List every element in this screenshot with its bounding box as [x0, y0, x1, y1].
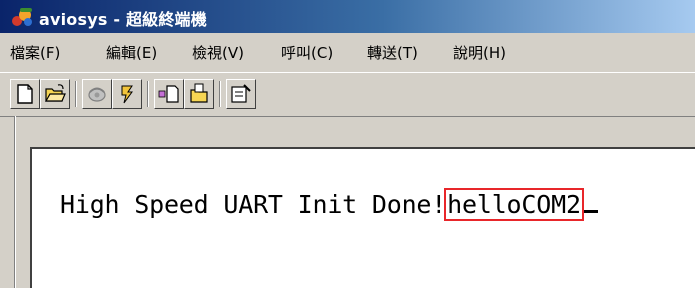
- send-file-button[interactable]: [154, 79, 184, 109]
- hyperterminal-window: aviosys - 超級終端機 檔案(F) 編輯(E) 檢視(V) 呼叫(C) …: [0, 0, 695, 288]
- menu-help[interactable]: 說明(H): [453, 42, 506, 63]
- toolbar-separator: [147, 81, 149, 107]
- hyperterminal-app-icon[interactable]: [10, 6, 34, 28]
- menu-bar: 檔案(F) 編輯(E) 檢視(V) 呼叫(C) 轉送(T) 說明(H): [0, 33, 695, 69]
- menu-transfer[interactable]: 轉送(T): [367, 42, 418, 63]
- new-connection-button[interactable]: [10, 79, 40, 109]
- open-icon: [44, 84, 66, 102]
- receive-file-button[interactable]: [184, 79, 214, 109]
- toolbar-separator: [219, 81, 221, 107]
- menu-file[interactable]: 檔案(F): [10, 42, 60, 63]
- new-icon: [17, 84, 33, 104]
- open-button[interactable]: [40, 79, 70, 109]
- send-icon: [158, 85, 179, 103]
- receive-icon: [190, 83, 208, 103]
- call-icon: [88, 87, 106, 102]
- highlighted-text: helloCOM2: [444, 188, 584, 221]
- terminal-screen[interactable]: High Speed UART Init Done!helloCOM2: [30, 147, 695, 288]
- frame-edge: [14, 116, 16, 288]
- terminal-output-line: High Speed UART Init Done!helloCOM2: [60, 188, 598, 221]
- disconnect-button[interactable]: [112, 79, 142, 109]
- terminal-text: High Speed UART Init Done!: [60, 190, 447, 219]
- menu-view[interactable]: 檢視(V): [192, 42, 244, 63]
- window-title: aviosys - 超級終端機: [39, 10, 207, 29]
- menu-call[interactable]: 呼叫(C): [281, 42, 333, 63]
- title-bar[interactable]: aviosys - 超級終端機: [0, 0, 695, 33]
- menu-edit[interactable]: 編輯(E): [106, 42, 157, 63]
- text-cursor: [583, 210, 598, 213]
- properties-button[interactable]: [226, 79, 256, 109]
- toolbar-separator: [75, 81, 77, 107]
- properties-icon: [231, 84, 251, 103]
- toolbar: [0, 72, 695, 115]
- window-frame: [0, 116, 695, 147]
- disconnect-icon: [121, 85, 133, 104]
- call-button[interactable]: [82, 79, 112, 109]
